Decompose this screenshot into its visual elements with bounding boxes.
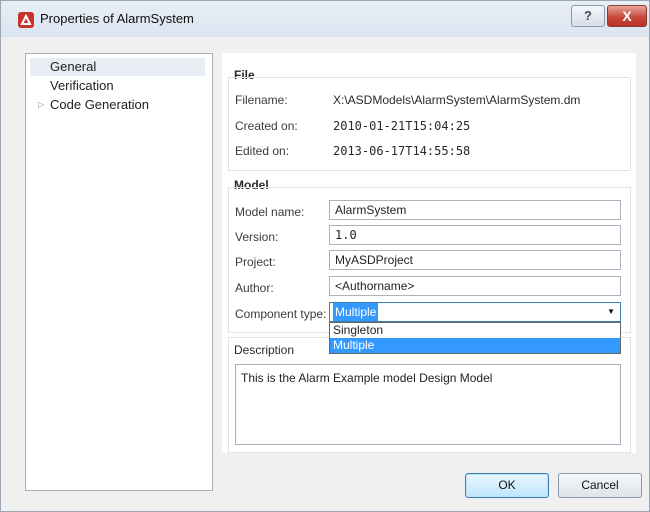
- option-singleton[interactable]: Singleton: [330, 323, 620, 338]
- component-type-dropdown: Singleton Multiple: [329, 322, 621, 354]
- project-label: Project:: [235, 255, 276, 269]
- properties-dialog: Properties of AlarmSystem ? X General Ve…: [0, 0, 650, 512]
- category-tree: General Verification ▷ Code Generation: [25, 53, 213, 491]
- tree-item-label: General: [50, 59, 97, 74]
- title-bar: Properties of AlarmSystem ? X: [1, 1, 649, 37]
- option-multiple[interactable]: Multiple: [330, 338, 620, 353]
- close-button[interactable]: X: [607, 5, 647, 27]
- tree-item-general[interactable]: General: [30, 58, 205, 76]
- filename-value: X:\ASDModels\AlarmSystem\AlarmSystem.dm: [333, 93, 581, 107]
- description-title: Description: [234, 343, 295, 357]
- ok-button[interactable]: OK: [465, 473, 549, 498]
- component-type-value: Multiple: [333, 303, 379, 321]
- version-input[interactable]: 1.0: [329, 225, 621, 245]
- tree-item-label: Code Generation: [50, 97, 150, 112]
- help-button[interactable]: ?: [571, 5, 605, 27]
- project-input[interactable]: MyASDProject: [329, 250, 621, 270]
- version-label: Version:: [235, 230, 279, 244]
- window-title: Properties of AlarmSystem: [40, 11, 194, 26]
- author-input[interactable]: <Authorname>: [329, 276, 621, 296]
- app-icon: [18, 12, 34, 28]
- created-value: 2010-01-21T15:04:25: [333, 119, 471, 133]
- author-label: Author:: [235, 281, 274, 295]
- expand-arrow-icon[interactable]: ▷: [38, 96, 44, 114]
- created-label: Created on:: [235, 119, 298, 133]
- chevron-down-icon[interactable]: ▼: [607, 303, 615, 321]
- tree-item-code-generation[interactable]: ▷ Code Generation: [30, 96, 205, 114]
- tree-item-verification[interactable]: Verification: [30, 77, 205, 95]
- filename-label: Filename:: [235, 93, 288, 107]
- description-textarea[interactable]: This is the Alarm Example model Design M…: [235, 364, 621, 445]
- model-name-label: Model name:: [235, 205, 305, 219]
- component-type-label: Component type:: [235, 307, 327, 321]
- general-page: File Filename: X:\ASDModels\AlarmSystem\…: [222, 53, 636, 453]
- tree-item-label: Verification: [50, 78, 114, 93]
- model-name-input[interactable]: AlarmSystem: [329, 200, 621, 220]
- cancel-button[interactable]: Cancel: [558, 473, 642, 498]
- component-type-select[interactable]: Multiple ▼: [329, 302, 621, 322]
- edited-value: 2013-06-17T14:55:58: [333, 144, 471, 158]
- edited-label: Edited on:: [235, 144, 290, 158]
